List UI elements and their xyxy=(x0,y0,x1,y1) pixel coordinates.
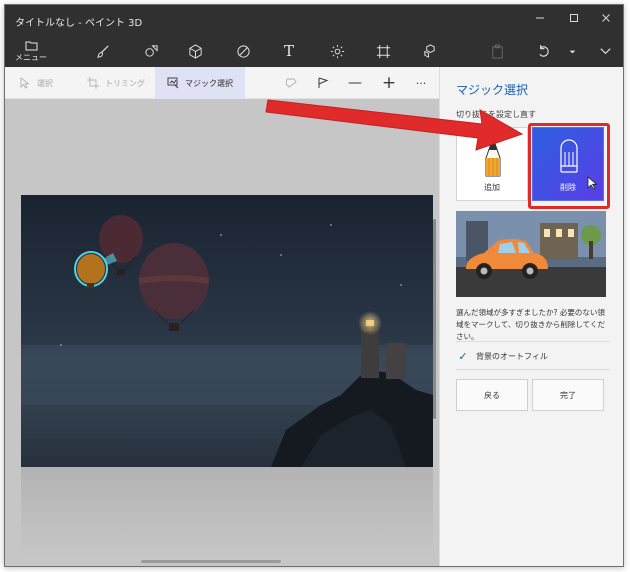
minus-icon: — xyxy=(348,75,362,91)
expand-icon xyxy=(599,47,611,54)
selection-toolbar: 選択 トリミング マジック選択 — + ··· xyxy=(5,67,439,99)
3d-library-icon xyxy=(423,43,435,58)
flag-icon[interactable] xyxy=(315,75,331,91)
menu-button[interactable]: メニュー xyxy=(13,35,49,67)
menu-label: メニュー xyxy=(15,52,47,62)
canvas-button[interactable] xyxy=(365,35,401,67)
zoom-out-button[interactable]: — xyxy=(347,75,363,91)
remove-button-highlight xyxy=(528,123,610,209)
autofill-checkbox[interactable]: ✓ 背景のオートフィル xyxy=(456,349,548,363)
2d-shapes-icon xyxy=(144,44,158,57)
text-tool-button[interactable]: T xyxy=(271,35,307,67)
canvas-image[interactable] xyxy=(21,195,433,467)
magic-select-panel: マジック選択 切り抜きを設定し直す 追加 削除 選んだ領域が多すぎましたか? 必… xyxy=(439,67,623,566)
divider xyxy=(456,369,610,370)
brush-tool-button[interactable] xyxy=(85,35,121,67)
preview-illustration xyxy=(456,211,606,297)
folder-icon xyxy=(25,41,37,50)
back-button[interactable]: 戻る xyxy=(456,379,528,411)
select-label: 選択 xyxy=(37,78,53,88)
view-3d-icon[interactable] xyxy=(283,75,299,91)
pencil-icon xyxy=(485,136,501,177)
horizontal-scrollbar[interactable] xyxy=(141,560,281,563)
canvas-area[interactable] xyxy=(5,99,439,566)
more-dropdown-icon xyxy=(569,50,575,53)
close-icon[interactable] xyxy=(593,9,619,29)
3d-shapes-button[interactable] xyxy=(177,35,213,67)
panel-title: マジック選択 xyxy=(456,83,529,97)
trim-button[interactable]: トリミング xyxy=(87,67,145,99)
canvas-icon xyxy=(376,44,390,58)
done-button[interactable]: 完了 xyxy=(532,379,604,411)
zoom-in-button[interactable]: + xyxy=(381,73,397,93)
add-button[interactable]: 追加 xyxy=(456,127,528,201)
title-bar: タイトルなし - ペイント 3D xyxy=(5,5,623,35)
canvas-shadow xyxy=(21,467,433,557)
magic-select-icon xyxy=(167,77,179,89)
paint3d-window: タイトルなし - ペイント 3D メニュー T 選択 トリミング マジック選択 … xyxy=(4,4,624,567)
magic-select-button[interactable]: マジック選択 xyxy=(155,67,245,99)
effects-button[interactable] xyxy=(319,35,355,67)
trim-label: トリミング xyxy=(105,78,145,88)
more-options-button[interactable]: ··· xyxy=(413,75,429,91)
paste-icon xyxy=(491,43,503,59)
main-toolbar: メニュー T xyxy=(5,35,623,67)
crop-icon xyxy=(87,77,99,89)
panel-subtitle: 切り抜きを設定し直す xyxy=(456,110,536,119)
2d-shapes-button[interactable] xyxy=(133,35,169,67)
stickers-button[interactable] xyxy=(225,35,261,67)
check-icon: ✓ xyxy=(458,349,468,363)
divider xyxy=(456,341,610,342)
expand-button[interactable] xyxy=(587,35,623,67)
cursor-icon xyxy=(20,77,30,89)
magic-select-label: マジック選択 xyxy=(185,78,233,88)
brush-icon xyxy=(96,44,109,58)
window-title: タイトルなし - ペイント 3D xyxy=(15,18,143,29)
text-icon: T xyxy=(283,42,294,60)
autofill-label: 背景のオートフィル xyxy=(476,351,548,361)
hint-text: 選んだ領域が多すぎましたか? 必要のない領域をマークして、切り抜きから削除してく… xyxy=(456,308,605,341)
minimize-icon[interactable] xyxy=(527,9,553,29)
add-label: 追加 xyxy=(484,183,500,192)
vertical-scrollbar[interactable] xyxy=(433,219,436,419)
paste-button[interactable] xyxy=(479,35,515,67)
plus-icon: + xyxy=(381,73,397,93)
more-icon: ··· xyxy=(415,76,427,90)
more-dropdown-button[interactable] xyxy=(561,35,583,67)
maximize-icon[interactable] xyxy=(561,9,587,29)
undo-icon xyxy=(538,44,549,57)
undo-button[interactable] xyxy=(525,35,561,67)
select-button[interactable]: 選択 xyxy=(19,67,53,99)
effects-icon xyxy=(330,44,344,58)
3d-shapes-icon xyxy=(188,43,202,59)
3d-library-button[interactable] xyxy=(411,35,447,67)
stickers-icon xyxy=(236,44,250,58)
